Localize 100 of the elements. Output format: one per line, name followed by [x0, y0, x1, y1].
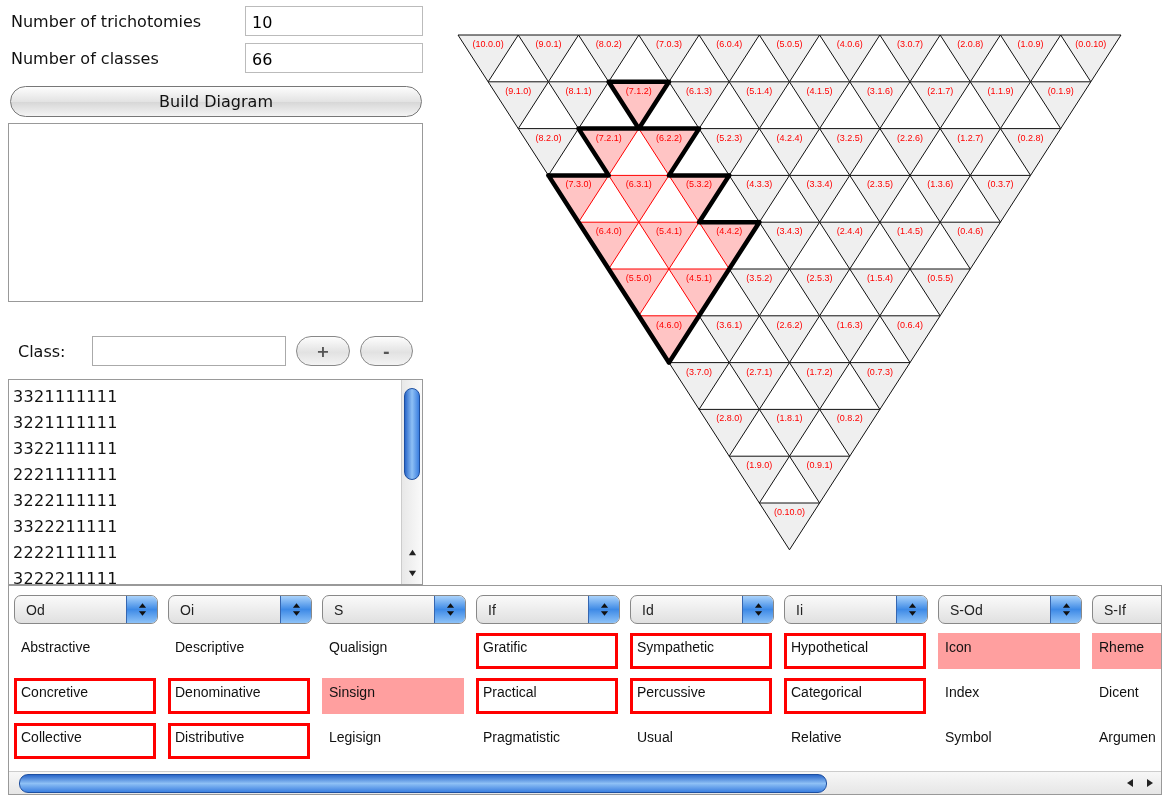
option[interactable]: Percussive — [630, 678, 772, 714]
list-item[interactable]: 3222211111 — [13, 566, 401, 584]
diagram-cell[interactable]: (2.7.1) — [728, 362, 790, 410]
right-arrow-icon[interactable] — [1145, 778, 1155, 788]
option[interactable]: Relative — [784, 723, 926, 759]
diagram-cell[interactable]: (2.0.8) — [939, 34, 1001, 83]
diagram-cell[interactable]: (0.4.6) — [939, 221, 1001, 270]
option[interactable]: Abstractive — [14, 633, 156, 669]
input-field[interactable] — [92, 336, 287, 366]
input-field[interactable]: 10 — [245, 6, 423, 36]
scrollbar[interactable] — [9, 771, 1161, 794]
diagram-cell[interactable]: (3.1.6) — [849, 81, 911, 130]
diagram-cell[interactable]: (8.2.0) — [517, 128, 580, 176]
diagram-cell[interactable]: (10.0.0) — [457, 34, 519, 83]
diagram-cell[interactable]: (0.1.9) — [1030, 81, 1092, 130]
diagram-cell[interactable]: (5.4.1) — [638, 221, 700, 270]
list-item[interactable]: 2222111111 — [13, 540, 401, 566]
list-item[interactable]: 3221111111 — [13, 410, 401, 436]
diagram-cell[interactable]: (3.7.0) — [668, 362, 730, 410]
diagram-cell[interactable]: (2.8.0) — [698, 408, 760, 457]
diagram-cell[interactable]: (1.1.9) — [969, 81, 1032, 130]
diagram-cell[interactable]: (0.8.2) — [819, 408, 881, 457]
diagram-cell[interactable]: (1.6.3) — [819, 315, 881, 364]
dropdown[interactable]: Id — [630, 595, 774, 624]
up-arrow-icon[interactable] — [407, 548, 417, 557]
option[interactable]: Practical — [476, 678, 618, 714]
option[interactable]: Distributive — [168, 723, 310, 759]
list-item[interactable]: 3322111111 — [13, 436, 401, 462]
diagram-cell[interactable]: (2.6.2) — [758, 315, 821, 364]
option[interactable]: Gratific — [476, 633, 618, 669]
dropdown[interactable]: Ii — [784, 595, 928, 624]
diagram-cell[interactable]: (1.2.7) — [939, 128, 1001, 176]
dropdown[interactable]: Oi — [168, 595, 312, 624]
option[interactable]: Legisign — [322, 723, 464, 759]
diagram-cell[interactable]: (7.0.3) — [638, 34, 700, 83]
dropdown[interactable]: If — [476, 595, 620, 624]
option[interactable]: Qualisign — [322, 633, 464, 669]
diagram-cell[interactable]: (0.3.7) — [969, 174, 1032, 223]
diagram-cell[interactable]: (1.3.6) — [909, 174, 971, 223]
diagram-cell[interactable]: (2.1.7) — [909, 81, 971, 130]
option[interactable]: Hypothetical — [784, 633, 926, 669]
option[interactable]: Symbol — [938, 723, 1080, 759]
dropdown[interactable]: Od — [14, 595, 158, 624]
diagram-cell[interactable]: (8.0.2) — [578, 34, 640, 83]
diagram-cell[interactable]: (0.7.3) — [849, 362, 911, 410]
option[interactable]: Concretive — [14, 678, 156, 714]
option[interactable]: Descriptive — [168, 633, 310, 669]
diagram-cell[interactable]: (5.5.0) — [608, 268, 670, 317]
list-item[interactable]: 3322211111 — [13, 514, 401, 540]
diagram-cell[interactable]: (6.1.3) — [668, 81, 730, 130]
remove-button[interactable]: - — [359, 336, 413, 366]
diagram-cell[interactable]: (3.4.3) — [758, 221, 821, 270]
diagram-cell[interactable]: (9.1.0) — [487, 81, 549, 130]
diagram-cell[interactable]: (3.0.7) — [879, 34, 941, 83]
diagram-cell[interactable]: (0.9.1) — [789, 455, 851, 504]
scrollbar-thumb[interactable] — [404, 388, 420, 480]
diagram-cell[interactable]: (6.4.0) — [578, 221, 640, 270]
diagram-cell[interactable]: (1.0.9) — [999, 34, 1062, 83]
diagram-cell[interactable]: (5.0.5) — [758, 34, 821, 83]
diagram-cell[interactable]: (2.5.3) — [789, 268, 851, 317]
option[interactable]: Collective — [14, 723, 156, 759]
left-arrow-icon[interactable] — [1125, 778, 1135, 788]
diagram-cell[interactable]: (0.10.0) — [758, 502, 821, 551]
diagram-cell[interactable]: (3.6.1) — [698, 315, 760, 364]
diagram-cell[interactable]: (0.6.4) — [879, 315, 941, 364]
diagram-cell[interactable]: (2.4.4) — [819, 221, 881, 270]
build-diagram-button[interactable]: Build Diagram — [10, 86, 422, 117]
option[interactable]: Rheme — [1092, 633, 1161, 669]
option[interactable]: Pragmatistic — [476, 723, 618, 759]
dropdown[interactable]: S-If — [1092, 595, 1161, 624]
diagram-cell[interactable]: (1.5.4) — [849, 268, 911, 317]
down-arrow-icon[interactable] — [407, 569, 417, 578]
diagram-cell[interactable]: (1.7.2) — [789, 362, 851, 410]
diagram-cell[interactable]: (0.2.8) — [999, 128, 1062, 176]
diagram-cell[interactable]: (3.2.5) — [819, 128, 881, 176]
list-item[interactable]: 2221111111 — [13, 462, 401, 488]
diagram-cell[interactable]: (4.0.6) — [819, 34, 881, 83]
scrollbar[interactable] — [401, 380, 422, 584]
diagram-cell[interactable]: (6.3.1) — [608, 174, 670, 223]
list-item[interactable]: 3321111111 — [13, 384, 401, 410]
diagram-cell[interactable]: (1.8.1) — [758, 408, 821, 457]
option[interactable]: Sympathetic — [630, 633, 772, 669]
dropdown[interactable]: S-Od — [938, 595, 1082, 624]
add-button[interactable]: + — [296, 336, 350, 366]
diagram-cell[interactable]: (0.5.5) — [909, 268, 971, 317]
diagram-cell[interactable]: (4.3.3) — [728, 174, 790, 223]
input-field[interactable]: 66 — [245, 43, 423, 73]
diagram-cell[interactable]: (3.3.4) — [789, 174, 851, 223]
option[interactable]: Sinsign — [322, 678, 464, 714]
diagram-cell[interactable]: (5.2.3) — [698, 128, 760, 176]
option[interactable]: Dicent — [1092, 678, 1161, 714]
option[interactable]: Usual — [630, 723, 772, 759]
option[interactable]: Icon — [938, 633, 1080, 669]
diagram-cell[interactable]: (4.5.1) — [668, 268, 730, 317]
option[interactable]: Argumen — [1092, 723, 1161, 759]
diagram-cell[interactable]: (1.4.5) — [879, 221, 941, 270]
diagram-cell[interactable]: (0.0.10) — [1060, 34, 1122, 83]
diagram-cell[interactable]: (4.1.5) — [789, 81, 851, 130]
option[interactable]: Denominative — [168, 678, 310, 714]
diagram-cell[interactable]: (5.1.4) — [728, 81, 790, 130]
